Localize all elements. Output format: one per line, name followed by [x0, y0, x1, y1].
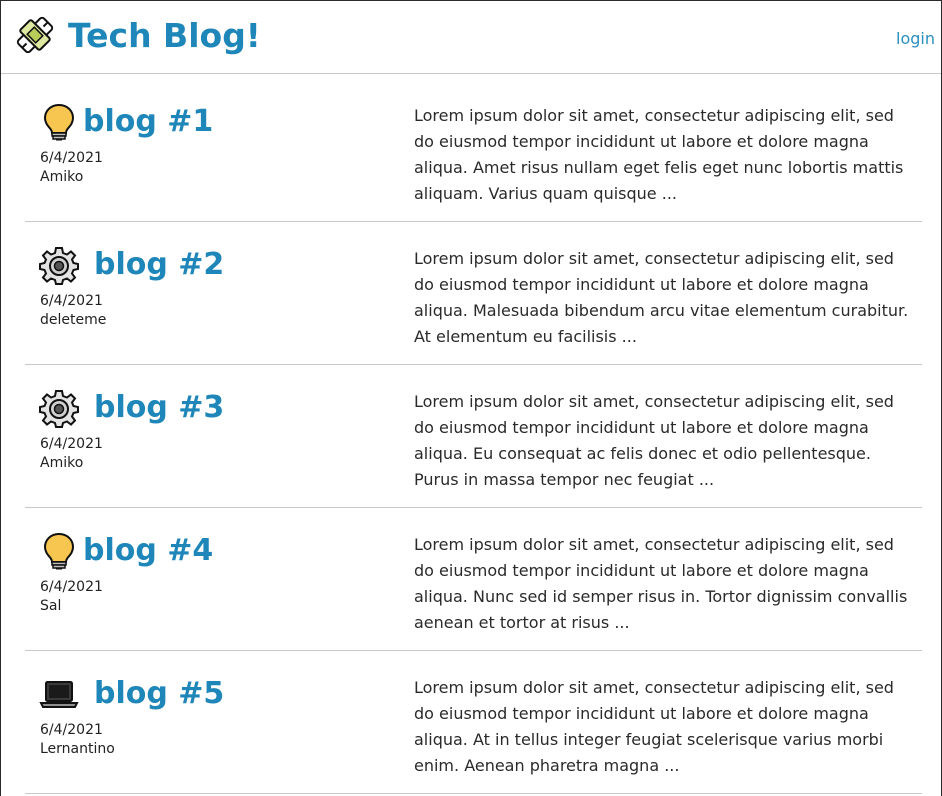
- post-date: 6/4/2021: [40, 722, 103, 738]
- post-title[interactable]: blog #2: [94, 245, 224, 285]
- page: Tech Blog! login blog #1 6/4/2021 Amiko …: [0, 0, 942, 796]
- post-author: Amiko: [40, 169, 84, 185]
- post-date: 6/4/2021: [40, 436, 103, 452]
- post-title[interactable]: blog #3: [94, 388, 224, 428]
- lightbulb-icon: [43, 532, 75, 570]
- post-author: Sal: [40, 598, 62, 614]
- post-item: blog #1 6/4/2021 Amiko Lorem ipsum dolor…: [25, 79, 922, 222]
- post-item: blog #4 6/4/2021 Sal Lorem ipsum dolor s…: [25, 508, 922, 651]
- post-date: 6/4/2021: [40, 293, 103, 309]
- post-title[interactable]: blog #4: [83, 531, 213, 571]
- login-link[interactable]: login: [896, 29, 935, 48]
- post-item: blog #5 6/4/2021 Lernantino Lorem ipsum …: [25, 651, 922, 794]
- post-item: blog #3 6/4/2021 Amiko Lorem ipsum dolor…: [25, 365, 922, 508]
- post-excerpt: Lorem ipsum dolor sit amet, consectetur …: [414, 535, 908, 632]
- post-date: 6/4/2021: [40, 579, 103, 595]
- lightbulb-icon: [43, 103, 75, 141]
- laptop-icon: [39, 681, 79, 708]
- post-excerpt: Lorem ipsum dolor sit amet, consectetur …: [414, 249, 909, 346]
- wrench-chip-icon[interactable]: [15, 15, 55, 55]
- post-item: blog #2 6/4/2021 deleteme Lorem ipsum do…: [25, 222, 922, 365]
- post-list: blog #1 6/4/2021 Amiko Lorem ipsum dolor…: [25, 79, 922, 794]
- post-author: Amiko: [40, 455, 84, 471]
- post-title[interactable]: blog #5: [94, 674, 224, 714]
- gear-icon: [39, 390, 79, 428]
- post-excerpt: Lorem ipsum dolor sit amet, consectetur …: [414, 392, 894, 489]
- post-author: deleteme: [40, 312, 107, 328]
- post-excerpt: Lorem ipsum dolor sit amet, consectetur …: [414, 106, 904, 203]
- post-author: Lernantino: [40, 741, 115, 757]
- post-title[interactable]: blog #1: [83, 102, 213, 142]
- post-date: 6/4/2021: [40, 150, 103, 166]
- site-header: Tech Blog! login: [1, 1, 941, 74]
- site-title[interactable]: Tech Blog!: [68, 14, 261, 58]
- post-excerpt: Lorem ipsum dolor sit amet, consectetur …: [414, 678, 894, 775]
- gear-icon: [39, 247, 79, 285]
